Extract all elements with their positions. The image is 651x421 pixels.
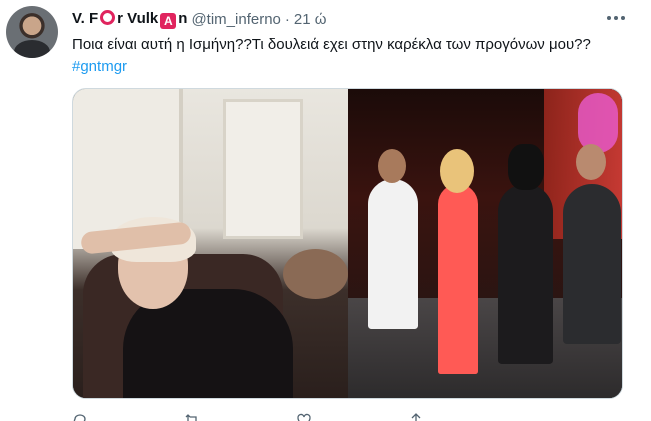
judge-3 (498, 184, 553, 364)
judge-1-head (378, 149, 406, 183)
display-name[interactable]: V. F r Vulk An (72, 9, 188, 29)
retweet-icon (185, 414, 197, 421)
hashtag-link[interactable]: #gntmgr (72, 58, 127, 75)
tweet-body: Ποια είναι αυτή η Ισμήνη??Τι δουλειά εχε… (72, 36, 591, 53)
judge-4 (563, 184, 621, 344)
judge-1 (368, 179, 418, 329)
reply-icon (73, 414, 86, 421)
judge-3-head (508, 144, 544, 190)
tweet-media-image[interactable] (72, 88, 623, 399)
share-icon (411, 413, 421, 421)
share-button[interactable] (408, 410, 424, 421)
display-name-text-3: n (178, 9, 188, 27)
more-icon[interactable] (605, 8, 627, 28)
media-right-photo (348, 89, 622, 398)
door-panel (223, 99, 303, 239)
reply-button[interactable] (72, 410, 88, 421)
timestamp[interactable]: 21 ώ (294, 11, 327, 28)
tweet[interactable]: V. F r Vulk An @tim_inferno · 21 ώ Ποια εί… (0, 0, 651, 421)
lamp-base (283, 249, 348, 299)
media-left-photo (73, 89, 348, 398)
judge-2 (438, 184, 478, 374)
tweet-text: Ποια είναι αυτή η Ισμήνη??Τι δουλειά εχε… (72, 34, 632, 78)
retweet-button[interactable] (184, 410, 200, 421)
tweet-header: V. F r Vulk An @tim_inferno · 21 ώ (72, 9, 326, 29)
show-logo-shape (578, 93, 618, 153)
user-handle[interactable]: @tim_inferno (191, 11, 280, 28)
like-button[interactable] (296, 410, 312, 421)
avatar[interactable] (6, 6, 58, 58)
display-name-text-2: r Vulk (117, 9, 159, 27)
red-circle-emoji-icon (100, 9, 116, 25)
judge-2-head (440, 149, 474, 193)
judge-4-head (576, 144, 606, 180)
separator-dot: · (284, 10, 290, 28)
tweet-actions (72, 410, 572, 421)
like-icon (297, 413, 311, 421)
a-button-emoji-icon: A (160, 12, 177, 29)
display-name-text-1: V. F (72, 9, 99, 27)
